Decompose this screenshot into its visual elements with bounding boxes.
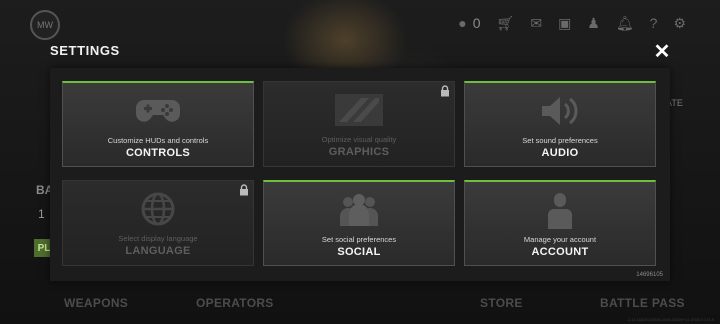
mail-icon[interactable]: ✉︎: [530, 14, 542, 32]
tile-graphics-label: GRAPHICS: [328, 146, 390, 158]
friends-icon[interactable]: ♟︎: [587, 14, 600, 32]
tile-controls-subtitle: Customize HUDs and controls: [107, 136, 209, 145]
tile-language[interactable]: Select display language LANGUAGE: [62, 180, 254, 266]
store-icon[interactable]: 🛒︎: [497, 14, 515, 32]
graphics-icon: [335, 94, 383, 126]
nav-operators: OPERATORS: [196, 296, 274, 310]
chat-icon[interactable]: ▣: [558, 14, 571, 32]
help-icon[interactable]: ?: [650, 14, 658, 32]
build-id: 14696105: [636, 272, 663, 278]
speaker-icon: [542, 97, 578, 125]
tile-graphics[interactable]: Optimize visual quality GRAPHICS: [263, 81, 455, 167]
game-logo[interactable]: MW: [30, 10, 60, 40]
close-icon[interactable]: ✕: [652, 42, 672, 62]
tile-account-subtitle: Manage your account: [523, 235, 597, 244]
settings-title: SETTINGS: [50, 43, 120, 58]
tile-audio-subtitle: Set sound preferences: [522, 136, 598, 145]
tile-audio[interactable]: Set sound preferences AUDIO: [464, 81, 656, 167]
nav-store: STORE: [480, 296, 523, 310]
tile-graphics-subtitle: Optimize visual quality: [321, 135, 397, 144]
nav-battle-pass: BATTLE PASS: [600, 296, 685, 310]
tile-account[interactable]: Manage your account ACCOUNT: [464, 180, 656, 266]
tile-social-label: SOCIAL: [337, 246, 381, 258]
tile-account-label: ACCOUNT: [531, 246, 589, 258]
gear-icon[interactable]: ⚙︎: [673, 14, 686, 32]
globe-icon: [141, 192, 175, 226]
top-bar: MW ● 0 🛒︎ ✉︎ ▣ ♟︎ 🔔︎ ? ⚙︎: [0, 0, 720, 44]
coin-icon: ●: [458, 15, 467, 31]
lock-icon: [441, 85, 449, 97]
notification-icon[interactable]: 🔔︎: [616, 14, 634, 32]
build-string: 2.11.14625.0/3346.1046.03829+11.3763.0.1…: [627, 317, 714, 322]
settings-panel: Customize HUDs and controls CONTROLS Opt…: [50, 68, 670, 281]
gamepad-icon: [136, 100, 180, 122]
tile-social-subtitle: Set social preferences: [321, 235, 397, 244]
coin-count: 0: [472, 15, 481, 31]
tile-language-label: LANGUAGE: [125, 245, 191, 257]
background-right-label: ATE: [666, 98, 683, 108]
bottom-nav: WEAPONS OPERATORS STORE BATTLE PASS: [0, 290, 720, 314]
top-icons: ● 0 🛒︎ ✉︎ ▣ ♟︎ 🔔︎ ? ⚙︎: [458, 14, 686, 32]
tile-social[interactable]: Set social preferences SOCIAL: [263, 180, 455, 266]
tile-controls[interactable]: Customize HUDs and controls CONTROLS: [62, 81, 254, 167]
lock-icon: [240, 184, 248, 196]
people-icon: [340, 194, 378, 226]
user-icon: [548, 193, 572, 229]
nav-weapons: WEAPONS: [64, 296, 129, 310]
background-number: 1: [38, 207, 45, 221]
tile-language-subtitle: Select display language: [118, 234, 198, 243]
tile-audio-label: AUDIO: [541, 147, 579, 159]
tile-controls-label: CONTROLS: [125, 147, 191, 159]
